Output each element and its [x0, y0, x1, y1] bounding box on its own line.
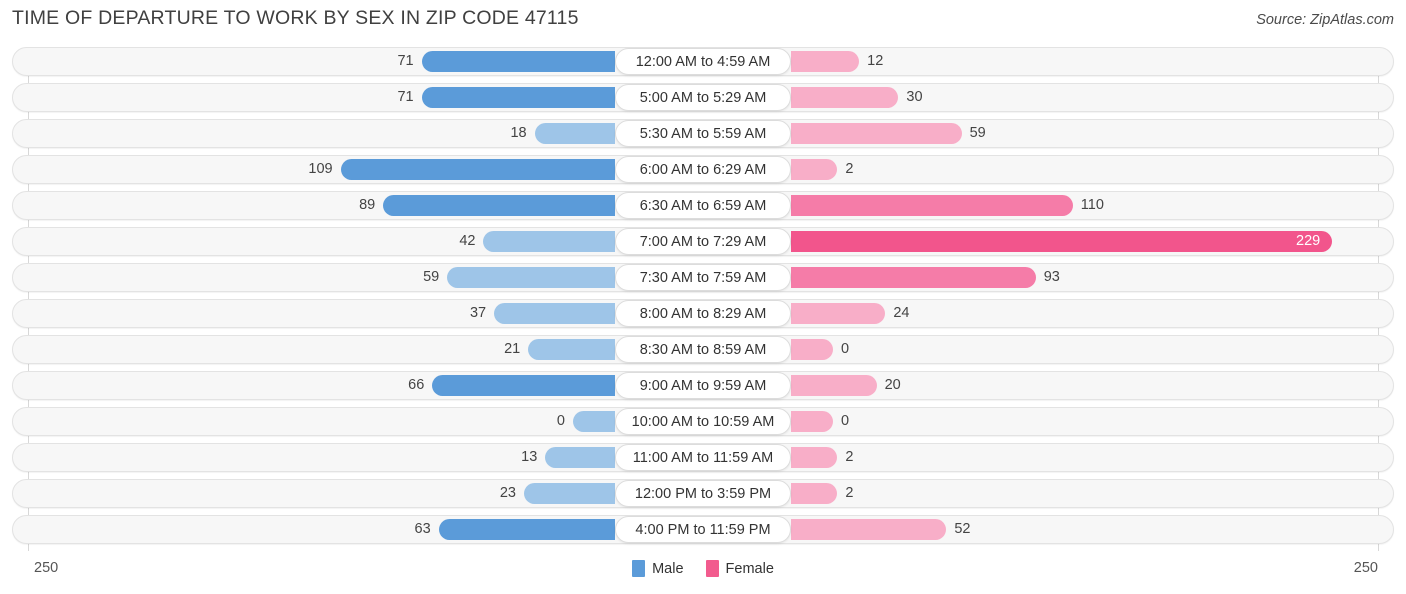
- category-label: 6:30 AM to 6:59 AM: [615, 192, 791, 219]
- chart-row: 59 93 7:30 AM to 7:59 AM: [12, 263, 1394, 292]
- value-label-female: 52: [954, 521, 971, 537]
- diverging-bar-chart: 71 12 12:00 AM to 4:59 AM 71 30 5:00 AM to 5:…: [0, 47, 1406, 555]
- legend-label-male: Male: [652, 560, 684, 577]
- category-label: 7:30 AM to 7:59 AM: [615, 264, 791, 291]
- category-label: 7:00 AM to 7:29 AM: [615, 228, 791, 255]
- value-label-female: 24: [893, 305, 910, 321]
- page-title: TIME OF DEPARTURE TO WORK BY SEX IN ZIP …: [12, 7, 579, 29]
- bar-female[interactable]: [791, 447, 838, 468]
- bar-female[interactable]: [791, 375, 877, 396]
- value-label-male: 23: [499, 485, 516, 501]
- value-label-male: 66: [408, 377, 425, 393]
- bar-male[interactable]: [447, 267, 615, 288]
- category-label: 6:00 AM to 6:29 AM: [615, 156, 791, 183]
- bar-male[interactable]: [523, 483, 615, 504]
- value-label-male: 71: [397, 89, 414, 105]
- value-label-male: 37: [469, 305, 487, 321]
- bar-male[interactable]: [438, 519, 615, 540]
- bar-female[interactable]: [791, 51, 860, 72]
- chart-row: 109 2 6:00 AM to 6:29 AM: [12, 155, 1394, 184]
- bar-female[interactable]: [791, 159, 838, 180]
- bar-male[interactable]: [528, 339, 615, 360]
- category-label: 12:00 AM to 4:59 AM: [615, 48, 791, 75]
- value-label-female: 2: [845, 161, 854, 177]
- bar-male[interactable]: [545, 447, 615, 468]
- category-label: 8:30 AM to 8:59 AM: [615, 336, 791, 363]
- bar-female[interactable]: [791, 519, 947, 540]
- bar-female[interactable]: [791, 123, 962, 144]
- chart-header: TIME OF DEPARTURE TO WORK BY SEX IN ZIP …: [0, 0, 1406, 40]
- value-label-female: 12: [867, 53, 884, 69]
- value-label-female: 20: [884, 377, 901, 393]
- value-label-male: 109: [308, 161, 333, 177]
- source-attribution: Source: ZipAtlas.com: [1256, 12, 1394, 28]
- value-label-male: 0: [556, 413, 565, 429]
- legend-label-female: Female: [725, 560, 774, 577]
- category-label: 9:00 AM to 9:59 AM: [615, 372, 791, 399]
- legend-swatch-female: [705, 560, 719, 577]
- bar-male[interactable]: [421, 51, 615, 72]
- value-label-female: 59: [969, 125, 986, 141]
- chart-row: 71 30 5:00 AM to 5:29 AM: [12, 83, 1394, 112]
- chart-row: 0 0 10:00 AM to 10:59 AM: [12, 407, 1394, 436]
- chart-row: 18 59 5:30 AM to 5:59 AM: [12, 119, 1394, 148]
- value-label-male: 18: [510, 125, 527, 141]
- legend: Male Female: [0, 560, 1406, 577]
- category-label: 8:00 AM to 8:29 AM: [615, 300, 791, 327]
- value-label-female: 110: [1080, 197, 1104, 213]
- value-label-male: 59: [423, 269, 440, 285]
- chart-row: 37 24 8:00 AM to 8:29 AM: [12, 299, 1394, 328]
- category-label: 4:00 PM to 11:59 PM: [615, 516, 791, 543]
- category-label: 5:00 AM to 5:29 AM: [615, 84, 791, 111]
- value-label-male: 21: [504, 341, 521, 357]
- category-label: 12:00 PM to 3:59 PM: [615, 480, 791, 507]
- value-label-female: 2: [845, 449, 854, 465]
- value-label-male: 42: [459, 233, 476, 249]
- chart-row: 66 20 9:00 AM to 9:59 AM: [12, 371, 1394, 400]
- value-label-female: 0: [841, 413, 850, 429]
- chart-footer: 250 250 Male Female: [0, 556, 1406, 594]
- chart-row: 89 110 6:30 AM to 6:59 AM: [12, 191, 1394, 220]
- category-label: 11:00 AM to 11:59 AM: [615, 444, 791, 471]
- bar-female[interactable]: [791, 195, 1073, 216]
- bar-male[interactable]: [534, 123, 615, 144]
- legend-swatch-male: [632, 560, 646, 577]
- legend-item-male[interactable]: Male: [632, 560, 684, 577]
- value-label-female: 93: [1043, 269, 1060, 285]
- value-label-female: 30: [906, 89, 923, 105]
- bar-female[interactable]: [791, 411, 833, 432]
- legend-item-female[interactable]: Female: [705, 560, 774, 577]
- chart-row: 71 12 12:00 AM to 4:59 AM: [12, 47, 1394, 76]
- value-label-male: 89: [359, 197, 376, 213]
- bar-female[interactable]: [791, 339, 833, 360]
- value-label-male: 63: [414, 521, 431, 537]
- bar-male[interactable]: [432, 375, 615, 396]
- value-label-female: 0: [841, 341, 850, 357]
- bar-female[interactable]: [791, 303, 886, 324]
- bar-male[interactable]: [340, 159, 615, 180]
- bar-male[interactable]: [573, 411, 615, 432]
- bar-male[interactable]: [494, 303, 615, 324]
- bar-male[interactable]: [383, 195, 615, 216]
- chart-row: 13 2 11:00 AM to 11:59 AM: [12, 443, 1394, 472]
- bar-male[interactable]: [421, 87, 615, 108]
- bar-female[interactable]: [791, 267, 1036, 288]
- chart-row: 63 52 4:00 PM to 11:59 PM: [12, 515, 1394, 544]
- value-label-female: 229: [1296, 233, 1321, 249]
- bar-female[interactable]: [791, 87, 899, 108]
- category-label: 5:30 AM to 5:59 AM: [615, 120, 791, 147]
- category-label: 10:00 AM to 10:59 AM: [615, 408, 791, 435]
- value-label-female: 2: [845, 485, 854, 501]
- value-label-male: 13: [521, 449, 538, 465]
- bar-male[interactable]: [483, 231, 615, 252]
- bar-female[interactable]: [791, 483, 838, 504]
- chart-row: 42 229 7:00 AM to 7:29 AM: [12, 227, 1394, 256]
- value-label-male: 71: [397, 53, 414, 69]
- chart-row: 23 2 12:00 PM to 3:59 PM: [12, 479, 1394, 508]
- chart-row: 21 0 8:30 AM to 8:59 AM: [12, 335, 1394, 364]
